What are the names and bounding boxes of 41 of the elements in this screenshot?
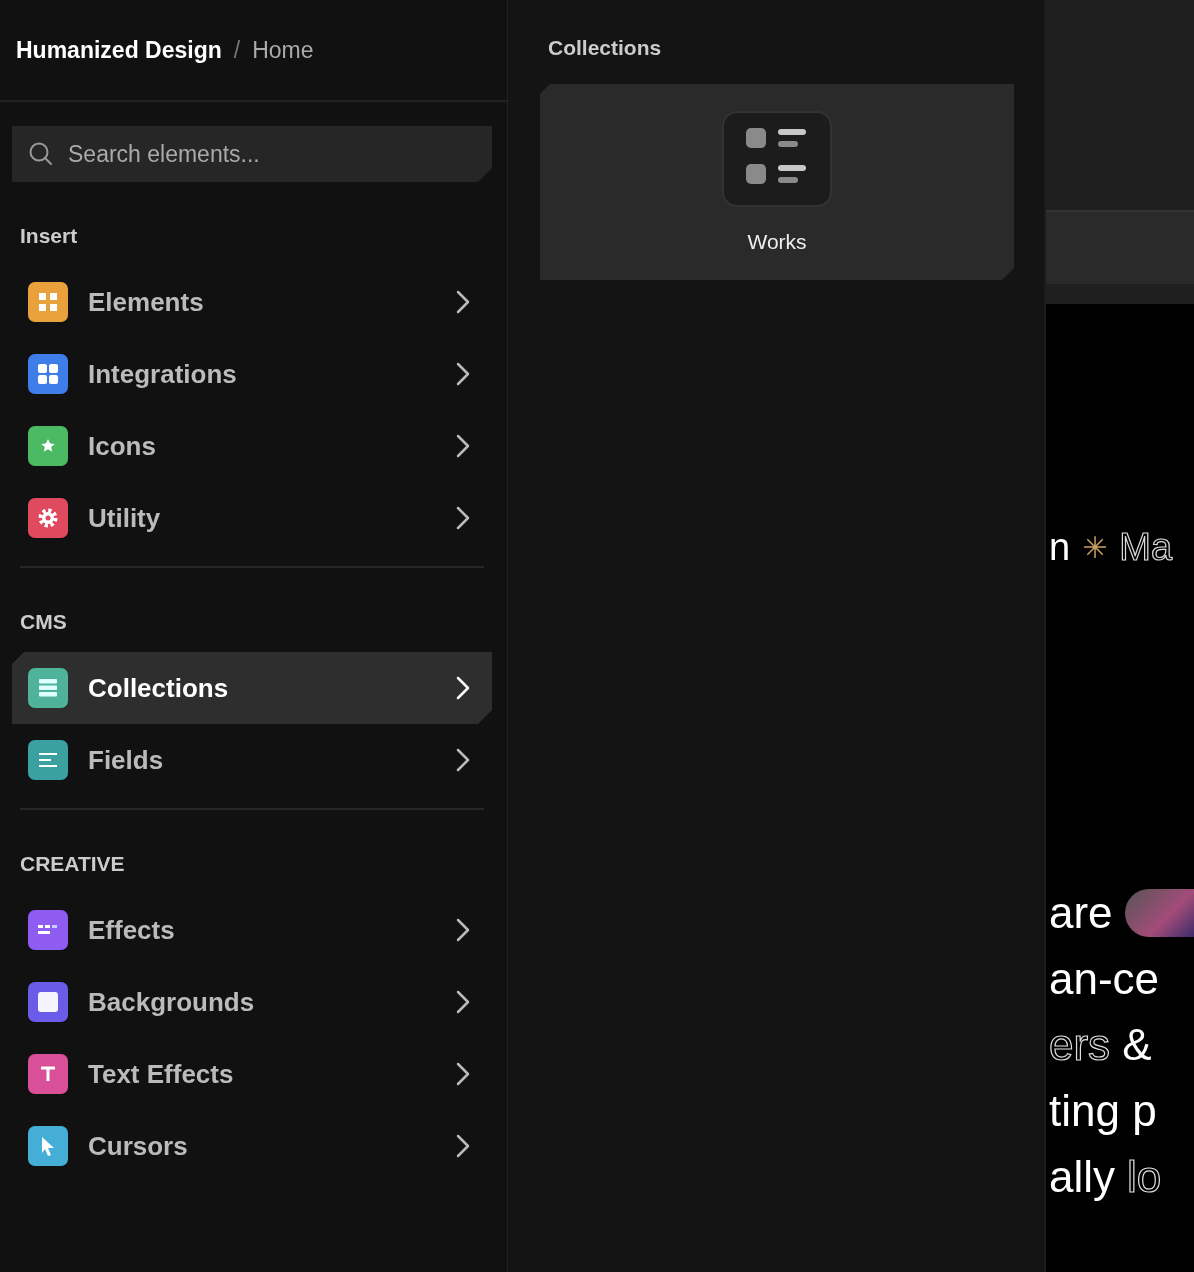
menu-item[interactable]: Icons [12,410,492,482]
headline-text: n [1049,525,1071,569]
headline-text: an-ce [1049,954,1160,1004]
menu-item[interactable]: Utility [12,482,492,554]
list-icon [721,110,833,208]
chevron-right-icon [456,1134,470,1158]
section-heading: Insert [19,224,79,248]
menu-item[interactable]: Elements [12,266,492,338]
section-heading: CREATIVE [19,852,126,876]
chevron-right-icon [456,506,470,530]
panel-title: Collections [547,36,663,60]
chevron-right-icon [456,676,470,700]
menu-item[interactable]: Cursors [12,1110,492,1182]
breadcrumb-separator: / [233,36,241,64]
search-icon [28,141,54,167]
menu-item[interactable]: Fields [12,724,492,796]
menu-item[interactable]: Collections [12,652,492,724]
section-heading: CMS [19,610,68,634]
menu-item[interactable]: Text Effects [12,1038,492,1110]
chevron-right-icon [456,918,470,942]
headline-text: ✳ [1082,529,1108,565]
headline-text: & [1122,1020,1152,1070]
headline-text: ers [1049,1020,1111,1070]
menu-item[interactable]: Backgrounds [12,966,492,1038]
menu-item[interactable]: Effects [12,894,492,966]
chevron-right-icon [456,290,470,314]
headline-text: are [1049,888,1113,938]
chevron-right-icon [456,1062,470,1086]
headline-text: lo [1127,1152,1162,1202]
headline-text: ting p [1049,1086,1157,1136]
site-title[interactable]: Humanized Design [16,36,222,64]
collection-card[interactable]: Works [540,84,1014,280]
menu-item[interactable]: Integrations [12,338,492,410]
search-field[interactable]: Search elements... [12,126,492,182]
page-name[interactable]: Home [252,36,314,64]
chevron-right-icon [456,748,470,772]
chevron-right-icon [456,990,470,1014]
headline-text: ally [1049,1152,1116,1202]
chevron-right-icon [456,362,470,386]
chevron-right-icon [456,434,470,458]
headline-text: Ma [1119,525,1173,569]
